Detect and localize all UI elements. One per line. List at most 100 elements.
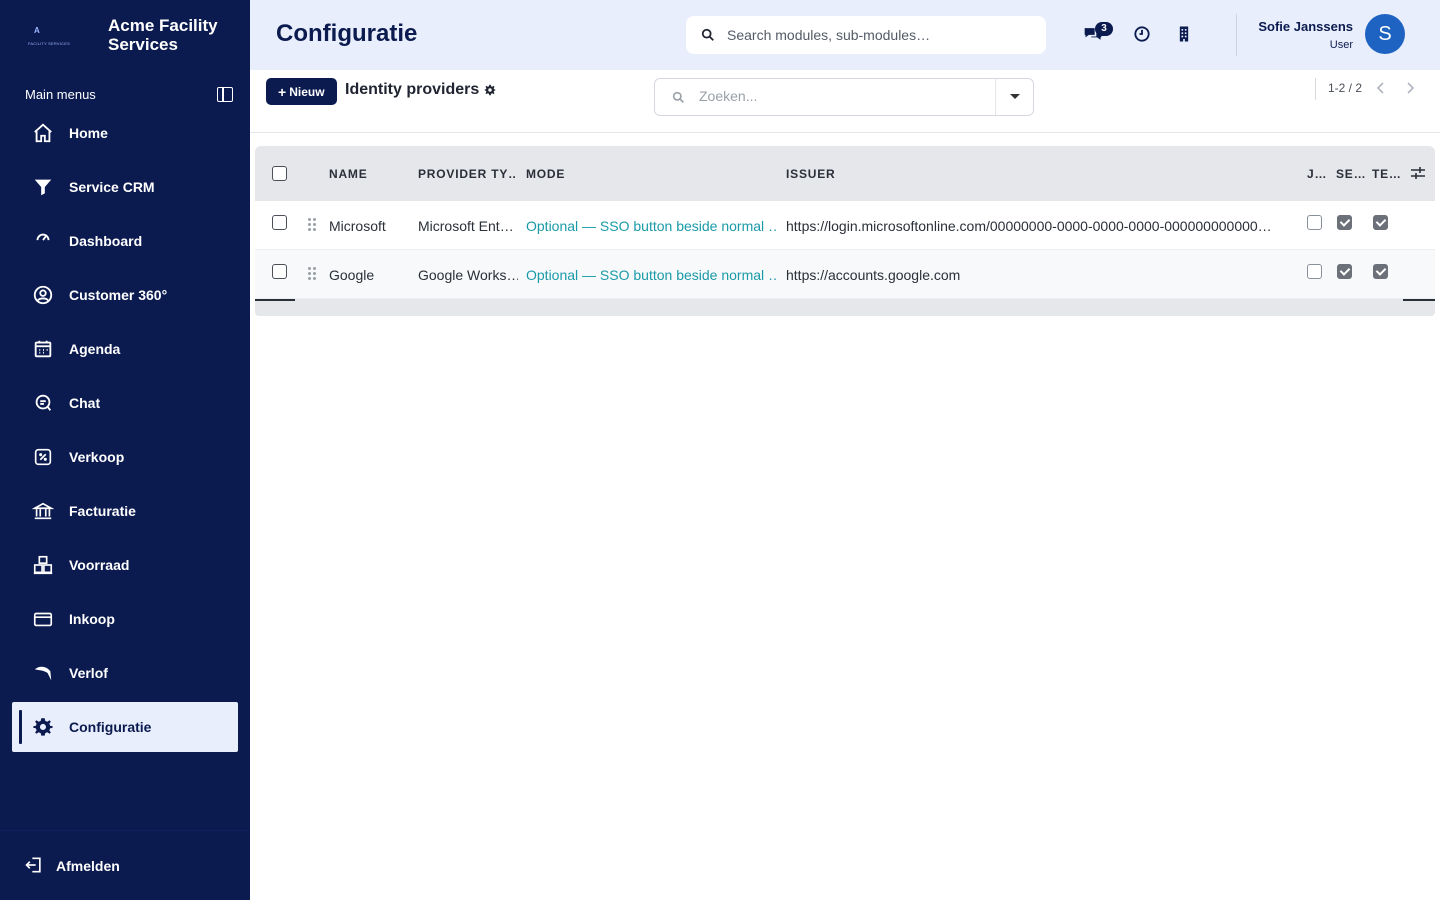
sidebar-item-label: Facturatie bbox=[69, 503, 136, 519]
plus-icon: + bbox=[278, 83, 287, 100]
logo-tagline: FACILITY SERVICES bbox=[28, 41, 70, 46]
user-circle-icon bbox=[33, 285, 53, 305]
user-name: Sofie Janssens bbox=[1258, 19, 1353, 34]
chat-icon bbox=[35, 394, 52, 411]
cell-provider-type: Google Works… bbox=[418, 267, 518, 283]
table-footer bbox=[255, 299, 1435, 316]
table-header: NAME PROVIDER TY… MODE ISSUER J… SE… TE… bbox=[255, 146, 1435, 201]
sidebar-item-verlof[interactable]: Verlof bbox=[12, 648, 238, 698]
bank-icon bbox=[32, 502, 54, 520]
logout-label: Afmelden bbox=[56, 857, 120, 874]
sidebar-item-label: Verlof bbox=[69, 665, 108, 681]
sidebar-item-label: Configuratie bbox=[69, 719, 152, 735]
plane-icon bbox=[34, 666, 52, 681]
sidebar-item-configuratie[interactable]: Configuratie bbox=[12, 702, 238, 752]
sidebar-item-home[interactable]: Home bbox=[12, 108, 238, 158]
sidebar-item-chat[interactable]: Chat bbox=[12, 378, 238, 428]
sidebar-collapse-icon[interactable] bbox=[217, 87, 233, 102]
cell-provider-type: Microsoft Ent… bbox=[418, 218, 514, 234]
table-row[interactable]: Microsoft Microsoft Ent… Optional — SSO … bbox=[255, 201, 1435, 250]
sidebar-item-label: Dashboard bbox=[69, 233, 143, 249]
footer-divider bbox=[1403, 299, 1435, 301]
sidebar-item-label: Verkoop bbox=[69, 449, 125, 465]
gear-icon[interactable] bbox=[484, 84, 496, 96]
sidebar-item-customer-360[interactable]: Customer 360° bbox=[12, 270, 238, 320]
global-search-input[interactable] bbox=[727, 27, 1027, 43]
cell-mode: Optional — SSO button beside normal … bbox=[526, 267, 778, 283]
topbar-divider bbox=[1236, 14, 1237, 56]
cell-mode: Optional — SSO button beside normal … bbox=[526, 218, 778, 234]
logo-letter: A bbox=[34, 26, 40, 35]
sidebar-item-label: Service CRM bbox=[69, 179, 155, 195]
user-role: User bbox=[1329, 39, 1353, 51]
breadcrumb-current: Identity providers bbox=[345, 81, 480, 98]
sidebar-item-label: Inkoop bbox=[69, 611, 115, 627]
percent-icon bbox=[34, 448, 52, 466]
funnel-icon bbox=[34, 179, 52, 196]
page-title: Configuratie bbox=[276, 20, 418, 47]
row-checkbox[interactable] bbox=[272, 215, 287, 230]
search-input[interactable] bbox=[699, 88, 989, 104]
search-icon bbox=[672, 91, 684, 103]
cell-issuer: https://accounts.google.com bbox=[786, 267, 961, 283]
cell-te-checkbox[interactable] bbox=[1373, 264, 1388, 279]
cell-j-checkbox[interactable] bbox=[1307, 264, 1322, 279]
new-button[interactable]: + Nieuw bbox=[266, 78, 337, 105]
sidebar-item-verkoop[interactable]: Verkoop bbox=[12, 432, 238, 482]
sidebar-item-label: Customer 360° bbox=[69, 287, 168, 303]
column-header-mode[interactable]: MODE bbox=[526, 167, 626, 181]
cell-te-checkbox[interactable] bbox=[1373, 215, 1388, 230]
logout-button[interactable]: Afmelden bbox=[0, 830, 250, 900]
chat-badge: 3 bbox=[1095, 22, 1113, 36]
avatar[interactable]: S bbox=[1365, 14, 1405, 54]
column-header-name[interactable]: NAME bbox=[329, 167, 409, 181]
cell-name: Google bbox=[329, 267, 375, 283]
cell-issuer: https://login.microsoftonline.com/000000… bbox=[786, 218, 1272, 234]
column-header-provider-type[interactable]: PROVIDER TY… bbox=[418, 167, 516, 181]
cell-se-checkbox[interactable] bbox=[1337, 215, 1352, 230]
sidebar-item-inkoop[interactable]: Inkoop bbox=[12, 594, 238, 644]
sidebar-item-label: Chat bbox=[69, 395, 101, 411]
column-header-se[interactable]: SE… bbox=[1336, 167, 1366, 181]
select-all-checkbox[interactable] bbox=[272, 166, 287, 181]
cell-se-checkbox[interactable] bbox=[1337, 264, 1352, 279]
sidebar-item-label: Agenda bbox=[69, 341, 121, 357]
gauge-icon bbox=[36, 233, 50, 241]
column-header-te[interactable]: TE… bbox=[1372, 167, 1402, 181]
column-settings-icon[interactable] bbox=[1410, 166, 1426, 180]
search-icon bbox=[701, 28, 714, 41]
footer-divider bbox=[255, 299, 295, 301]
drag-handle-icon[interactable] bbox=[308, 218, 318, 232]
breadcrumb: Identity providers bbox=[345, 81, 496, 99]
table-row[interactable]: Google Google Works… Optional — SSO butt… bbox=[255, 250, 1435, 299]
main-menus-label: Main menus bbox=[25, 87, 96, 102]
company-logo: A FACILITY SERVICES bbox=[26, 24, 74, 48]
pager-value[interactable]: 1-2 / 2 bbox=[1328, 81, 1362, 95]
search-options-toggle[interactable] bbox=[995, 79, 1033, 115]
sidebar-item-label: Voorraad bbox=[69, 557, 130, 573]
search-bar bbox=[654, 78, 1034, 116]
sidebar-item-facturatie[interactable]: Facturatie bbox=[12, 486, 238, 536]
main-nav: Home Service CRM Dashboard Customer 360°… bbox=[12, 108, 238, 756]
home-icon bbox=[34, 123, 52, 143]
sidebar-item-agenda[interactable]: Agenda bbox=[12, 324, 238, 374]
sidebar-item-service-crm[interactable]: Service CRM bbox=[12, 162, 238, 212]
logout-icon bbox=[25, 857, 41, 873]
building-icon[interactable] bbox=[1174, 24, 1194, 44]
chevron-right-icon[interactable] bbox=[1403, 81, 1417, 95]
cell-j-checkbox[interactable] bbox=[1307, 215, 1322, 230]
column-header-issuer[interactable]: ISSUER bbox=[786, 167, 886, 181]
credit-card-icon bbox=[33, 612, 53, 627]
global-search bbox=[686, 16, 1046, 54]
sidebar-item-voorraad[interactable]: Voorraad bbox=[12, 540, 238, 590]
clock-icon[interactable] bbox=[1132, 24, 1152, 44]
column-header-j[interactable]: J… bbox=[1307, 167, 1329, 181]
calendar-icon bbox=[34, 340, 52, 358]
sidebar-item-dashboard[interactable]: Dashboard bbox=[12, 216, 238, 266]
chevron-left-icon[interactable] bbox=[1374, 81, 1388, 95]
company-name: Acme Facility Services bbox=[108, 16, 218, 54]
brand: A FACILITY SERVICES Acme Facility Servic… bbox=[0, 0, 250, 70]
drag-handle-icon[interactable] bbox=[308, 267, 318, 281]
identity-providers-table: NAME PROVIDER TY… MODE ISSUER J… SE… TE…… bbox=[255, 146, 1435, 316]
row-checkbox[interactable] bbox=[272, 264, 287, 279]
